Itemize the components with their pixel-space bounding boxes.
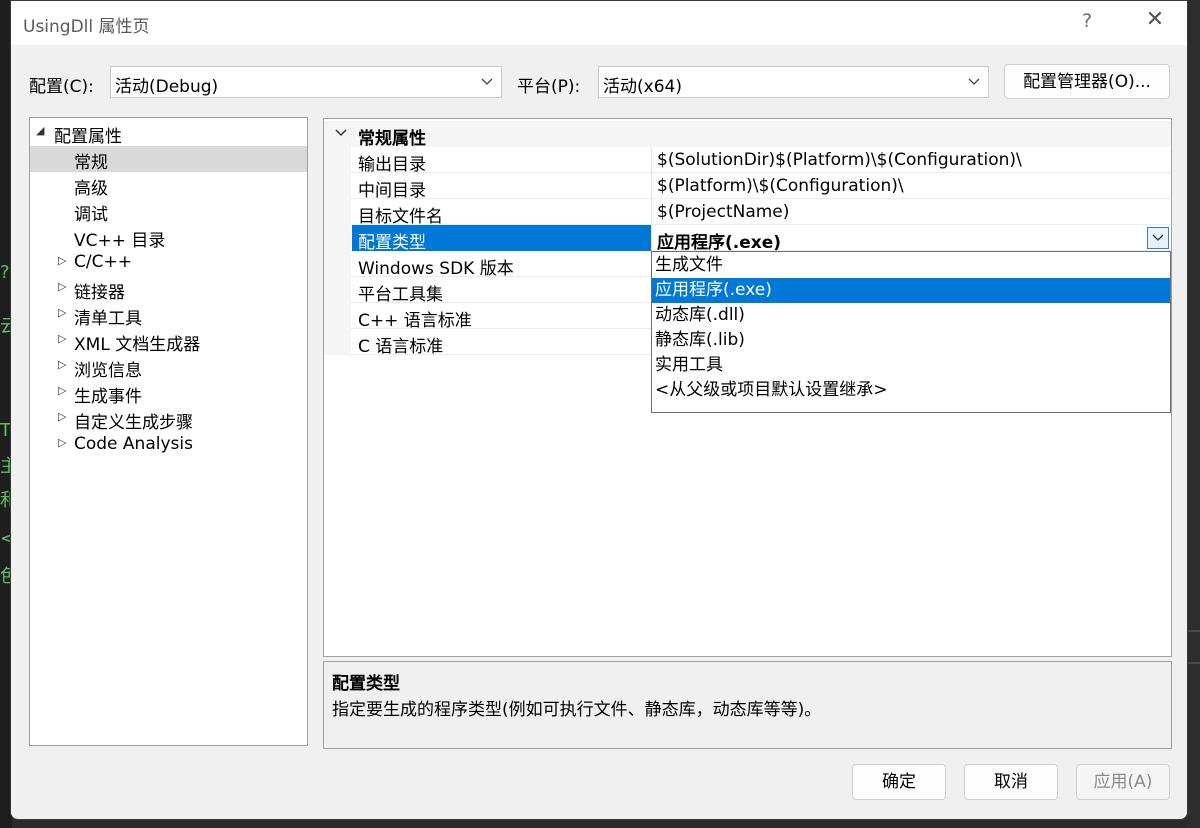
row-gutter — [324, 199, 351, 225]
collapsed-triangle-icon[interactable]: ▷ — [58, 332, 66, 345]
tree-item-custom-build-step[interactable]: ▷ 自定义生成步骤 — [30, 406, 307, 433]
platform-select[interactable]: 活动(x64) — [598, 66, 989, 98]
property-name: 输出目录 — [358, 155, 426, 175]
column-separator — [651, 199, 652, 225]
apply-button[interactable]: 应用(A) — [1076, 764, 1170, 800]
row-gutter — [324, 173, 351, 199]
column-separator — [651, 225, 652, 251]
tree-item-manifest-tool[interactable]: ▷ 清单工具 — [30, 302, 307, 329]
dropdown-option-makefile[interactable]: 生成文件 — [652, 253, 1170, 278]
config-label: 配置(C): — [29, 77, 94, 97]
tree-item-label: 配置属性 — [54, 127, 122, 147]
category-header-general[interactable]: 常规属性 — [324, 121, 1171, 149]
chevron-down-icon — [481, 78, 493, 85]
dropdown-toggle-button[interactable] — [1147, 227, 1169, 249]
tree-item-label: 调试 — [74, 205, 108, 225]
tree-item-label: XML 文档生成器 — [74, 335, 201, 355]
property-value[interactable]: $(ProjectName) — [657, 202, 789, 222]
property-name: Windows SDK 版本 — [358, 259, 514, 279]
configuration-type-dropdown-list: 生成文件 应用程序(.exe) 动态库(.dll) 静态库(.lib) 实用工具… — [651, 251, 1171, 413]
description-title: 配置类型 — [332, 674, 400, 694]
help-button[interactable]: ? — [1077, 10, 1097, 32]
collapsed-triangle-icon[interactable]: ▷ — [58, 410, 66, 423]
config-manager-button[interactable]: 配置管理器(O)... — [1004, 64, 1170, 99]
property-value[interactable]: $(Platform)\$(Configuration)\ — [657, 176, 904, 196]
property-row-intermediate-dir[interactable]: 中间目录 $(Platform)\$(Configuration)\ — [324, 173, 1171, 201]
collapsed-triangle-icon[interactable]: ▷ — [58, 280, 66, 293]
tree-item-xml-doc-generator[interactable]: ▷ XML 文档生成器 — [30, 328, 307, 355]
collapsed-triangle-icon[interactable]: ▷ — [58, 384, 66, 397]
tree-item-label: C/C++ — [74, 252, 132, 272]
tree-item-build-events[interactable]: ▷ 生成事件 — [30, 380, 307, 407]
dropdown-option-utility[interactable]: 实用工具 — [652, 353, 1170, 378]
property-name: 中间目录 — [358, 181, 426, 201]
collapsed-triangle-icon[interactable]: ▷ — [58, 358, 66, 371]
tree-root-config-properties[interactable]: ◢ 配置属性 — [30, 120, 307, 147]
tree-item-label: 高级 — [74, 179, 108, 199]
platform-label: 平台(P): — [517, 77, 581, 97]
dropdown-option-dynamic-library-dll[interactable]: 动态库(.dll) — [652, 303, 1170, 328]
chevron-down-icon — [1152, 234, 1164, 241]
row-gutter — [324, 329, 351, 355]
tree-item-code-analysis[interactable]: ▷ Code Analysis — [30, 432, 307, 458]
collapsed-triangle-icon[interactable]: ▷ — [58, 306, 66, 319]
category-label: 常规属性 — [358, 129, 426, 149]
window-title: UsingDll 属性页 — [23, 17, 150, 37]
config-select-value: 活动(Debug) — [115, 77, 219, 97]
tree-item-label: 链接器 — [74, 283, 125, 303]
tree-item-c-cpp[interactable]: ▷ C/C++ — [30, 250, 307, 276]
property-name: 平台工具集 — [358, 285, 443, 305]
tree-item-label: Code Analysis — [74, 434, 193, 454]
row-gutter — [324, 251, 351, 277]
expanded-triangle-icon[interactable]: ◢ — [36, 124, 44, 137]
tree-item-general[interactable]: 常规 — [30, 146, 307, 173]
tree-item-label: 自定义生成步骤 — [74, 413, 193, 433]
property-row-target-name[interactable]: 目标文件名 $(ProjectName) — [324, 199, 1171, 227]
property-value[interactable]: $(SolutionDir)$(Platform)\$(Configuratio… — [657, 150, 1022, 170]
title-bar: UsingDll 属性页 ? ✕ — [11, 1, 1187, 45]
tree-item-label: VC++ 目录 — [74, 231, 166, 251]
tree-item-linker[interactable]: ▷ 链接器 — [30, 276, 307, 303]
property-name: 配置类型 — [358, 233, 426, 253]
row-gutter — [324, 225, 351, 251]
category-tree: ◢ 配置属性 常规 高级 调试 VC++ 目录 ▷ C/C++ ▷ 链接器 ▷ … — [29, 117, 308, 746]
platform-select-value: 活动(x64) — [603, 77, 682, 97]
property-name: C++ 语言标准 — [358, 311, 472, 331]
description-panel: 配置类型 指定要生成的程序类型(例如可执行文件、静态库，动态库等等)。 — [323, 661, 1172, 749]
dropdown-option-application-exe[interactable]: 应用程序(.exe) — [652, 278, 1170, 303]
collapsed-triangle-icon[interactable]: ▷ — [58, 254, 66, 267]
chevron-down-icon — [968, 78, 980, 85]
tree-item-label: 生成事件 — [74, 387, 142, 407]
property-name: 目标文件名 — [358, 207, 443, 227]
property-pages-dialog: UsingDll 属性页 ? ✕ 配置(C): 活动(Debug) 平台(P):… — [10, 0, 1188, 820]
row-gutter — [324, 277, 351, 303]
background-right — [1186, 0, 1200, 828]
property-value[interactable]: 应用程序(.exe) — [657, 228, 781, 253]
property-row-output-dir[interactable]: 输出目录 $(SolutionDir)$(Platform)\$(Configu… — [324, 147, 1171, 175]
row-gutter — [324, 303, 351, 329]
tree-item-debugging[interactable]: 调试 — [30, 198, 307, 225]
collapsed-triangle-icon[interactable]: ▷ — [58, 436, 66, 449]
cancel-button[interactable]: 取消 — [964, 764, 1058, 800]
chevron-down-icon[interactable] — [334, 125, 348, 139]
tree-item-label: 常规 — [74, 153, 108, 173]
column-separator — [651, 173, 652, 199]
description-text: 指定要生成的程序类型(例如可执行文件、静态库，动态库等等)。 — [332, 700, 822, 720]
tree-item-advanced[interactable]: 高级 — [30, 172, 307, 199]
tree-item-browse-info[interactable]: ▷ 浏览信息 — [30, 354, 307, 381]
config-select[interactable]: 活动(Debug) — [110, 66, 502, 98]
dropdown-option-inherit[interactable]: <从父级或项目默认设置继承> — [652, 378, 1170, 403]
dropdown-option-static-library-lib[interactable]: 静态库(.lib) — [652, 328, 1170, 353]
close-button[interactable]: ✕ — [1141, 7, 1169, 37]
column-separator — [651, 147, 652, 173]
tree-item-label: 浏览信息 — [74, 361, 142, 381]
tree-item-vc-directories[interactable]: VC++ 目录 — [30, 224, 307, 251]
property-name: C 语言标准 — [358, 337, 444, 357]
ok-button[interactable]: 确定 — [852, 764, 946, 800]
property-row-configuration-type[interactable]: 配置类型 应用程序(.exe) — [324, 225, 1171, 253]
row-gutter — [324, 147, 351, 173]
tree-item-label: 清单工具 — [74, 309, 142, 329]
